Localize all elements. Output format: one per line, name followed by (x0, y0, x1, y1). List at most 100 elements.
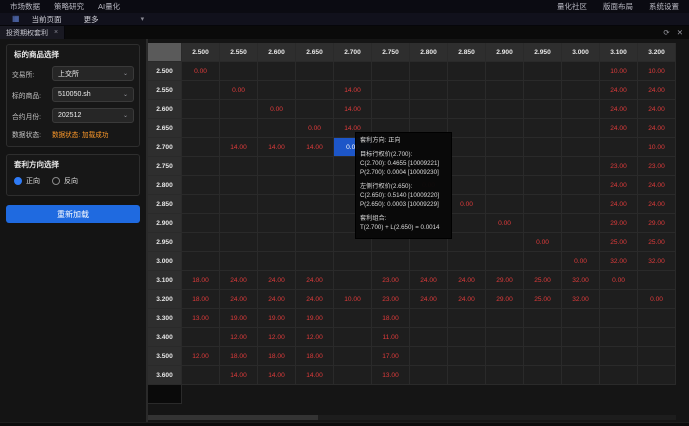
matrix-cell[interactable] (448, 157, 486, 176)
matrix-cell[interactable] (296, 252, 334, 271)
matrix-cell[interactable]: 29.00 (486, 290, 524, 309)
chevron-down-icon[interactable]: ▾ (141, 15, 145, 23)
matrix-cell[interactable] (638, 328, 676, 347)
matrix-cell[interactable]: 32.00 (562, 271, 600, 290)
matrix-cell[interactable] (562, 62, 600, 81)
matrix-cell[interactable] (638, 347, 676, 366)
menu-strategy-research[interactable]: 策略研究 (54, 1, 84, 12)
matrix-cell[interactable] (410, 62, 448, 81)
matrix-cell[interactable]: 19.00 (296, 309, 334, 328)
matrix-cell[interactable] (524, 252, 562, 271)
matrix-cell[interactable]: 18.00 (372, 309, 410, 328)
matrix-cell[interactable] (448, 233, 486, 252)
matrix-cell[interactable]: 24.00 (296, 271, 334, 290)
matrix-cell[interactable] (524, 100, 562, 119)
matrix-cell[interactable] (182, 214, 220, 233)
matrix-cell[interactable]: 24.00 (600, 100, 638, 119)
matrix-cell[interactable] (600, 309, 638, 328)
matrix-cell[interactable]: 14.00 (296, 366, 334, 385)
menu-ai-quant[interactable]: AI量化 (98, 1, 120, 12)
matrix-cell[interactable] (258, 81, 296, 100)
underlying-select[interactable]: 510050.sh ⌄ (52, 87, 134, 102)
matrix-cell[interactable] (600, 347, 638, 366)
matrix-cell[interactable]: 25.00 (638, 233, 676, 252)
matrix-cell[interactable] (258, 157, 296, 176)
matrix-cell[interactable] (524, 309, 562, 328)
matrix-cell[interactable]: 24.00 (296, 290, 334, 309)
matrix-cell[interactable]: 25.00 (524, 271, 562, 290)
matrix-cell[interactable] (600, 290, 638, 309)
matrix-cell[interactable]: 24.00 (258, 271, 296, 290)
matrix-cell[interactable]: 14.00 (258, 366, 296, 385)
matrix-cell[interactable] (562, 233, 600, 252)
matrix-cell[interactable] (486, 328, 524, 347)
matrix-cell[interactable] (638, 271, 676, 290)
matrix-cell[interactable] (296, 233, 334, 252)
matrix-cell[interactable] (562, 138, 600, 157)
radio-forward[interactable]: 正向 (14, 176, 40, 186)
matrix-cell[interactable]: 23.00 (600, 157, 638, 176)
matrix-cell[interactable]: 10.00 (600, 62, 638, 81)
matrix-cell[interactable]: 13.00 (182, 309, 220, 328)
matrix-cell[interactable] (486, 366, 524, 385)
matrix-cell[interactable]: 32.00 (562, 290, 600, 309)
matrix-cell[interactable] (600, 328, 638, 347)
matrix-cell[interactable] (562, 328, 600, 347)
matrix-cell[interactable] (220, 157, 258, 176)
matrix-cell[interactable] (334, 347, 372, 366)
matrix-cell[interactable] (562, 157, 600, 176)
matrix-cell[interactable]: 23.00 (638, 157, 676, 176)
matrix-cell[interactable]: 18.00 (182, 271, 220, 290)
matrix-cell[interactable] (486, 309, 524, 328)
matrix-cell[interactable] (524, 347, 562, 366)
matrix-cell[interactable] (220, 195, 258, 214)
matrix-cell[interactable] (448, 214, 486, 233)
matrix-cell[interactable] (486, 176, 524, 195)
matrix-cell[interactable] (410, 366, 448, 385)
matrix-cell[interactable]: 32.00 (638, 252, 676, 271)
matrix-cell[interactable] (524, 81, 562, 100)
menu-system-settings[interactable]: 系统设置 (649, 1, 679, 12)
matrix-cell[interactable]: 29.00 (638, 214, 676, 233)
matrix-cell[interactable] (524, 214, 562, 233)
matrix-cell[interactable] (296, 176, 334, 195)
matrix-cell[interactable] (562, 100, 600, 119)
matrix-cell[interactable]: 14.00 (334, 100, 372, 119)
matrix-cell[interactable] (296, 81, 334, 100)
matrix-cell[interactable] (182, 138, 220, 157)
matrix-cell[interactable]: 14.00 (296, 138, 334, 157)
matrix-cell[interactable] (524, 62, 562, 81)
matrix-cell[interactable] (258, 119, 296, 138)
matrix-cell[interactable]: 25.00 (600, 233, 638, 252)
matrix-cell[interactable] (296, 214, 334, 233)
matrix-cell[interactable] (448, 366, 486, 385)
matrix-cell[interactable]: 24.00 (600, 119, 638, 138)
matrix-cell[interactable] (562, 195, 600, 214)
grid-menu-icon[interactable]: ▦ (12, 15, 20, 23)
matrix-cell[interactable] (448, 62, 486, 81)
matrix-cell[interactable] (486, 233, 524, 252)
matrix-cell[interactable]: 14.00 (258, 138, 296, 157)
matrix-cell[interactable] (258, 252, 296, 271)
matrix-cell[interactable] (182, 195, 220, 214)
matrix-cell[interactable] (372, 81, 410, 100)
matrix-cell[interactable] (182, 366, 220, 385)
matrix-cell[interactable] (448, 100, 486, 119)
matrix-cell[interactable]: 0.00 (486, 214, 524, 233)
matrix-cell[interactable]: 19.00 (220, 309, 258, 328)
menu-market-data[interactable]: 市场数据 (10, 1, 40, 12)
matrix-cell[interactable] (410, 252, 448, 271)
matrix-cell[interactable] (182, 100, 220, 119)
matrix-cell[interactable]: 0.00 (182, 62, 220, 81)
matrix-cell[interactable] (182, 233, 220, 252)
scrollbar-thumb[interactable] (148, 415, 318, 420)
matrix-cell[interactable] (258, 176, 296, 195)
matrix-cell[interactable] (486, 138, 524, 157)
matrix-cell[interactable] (486, 100, 524, 119)
matrix-cell[interactable] (182, 252, 220, 271)
matrix-cell[interactable] (448, 176, 486, 195)
matrix-cell[interactable]: 12.00 (296, 328, 334, 347)
matrix-cell[interactable]: 0.00 (562, 252, 600, 271)
matrix-cell[interactable]: 24.00 (638, 81, 676, 100)
matrix-cell[interactable]: 0.00 (296, 119, 334, 138)
